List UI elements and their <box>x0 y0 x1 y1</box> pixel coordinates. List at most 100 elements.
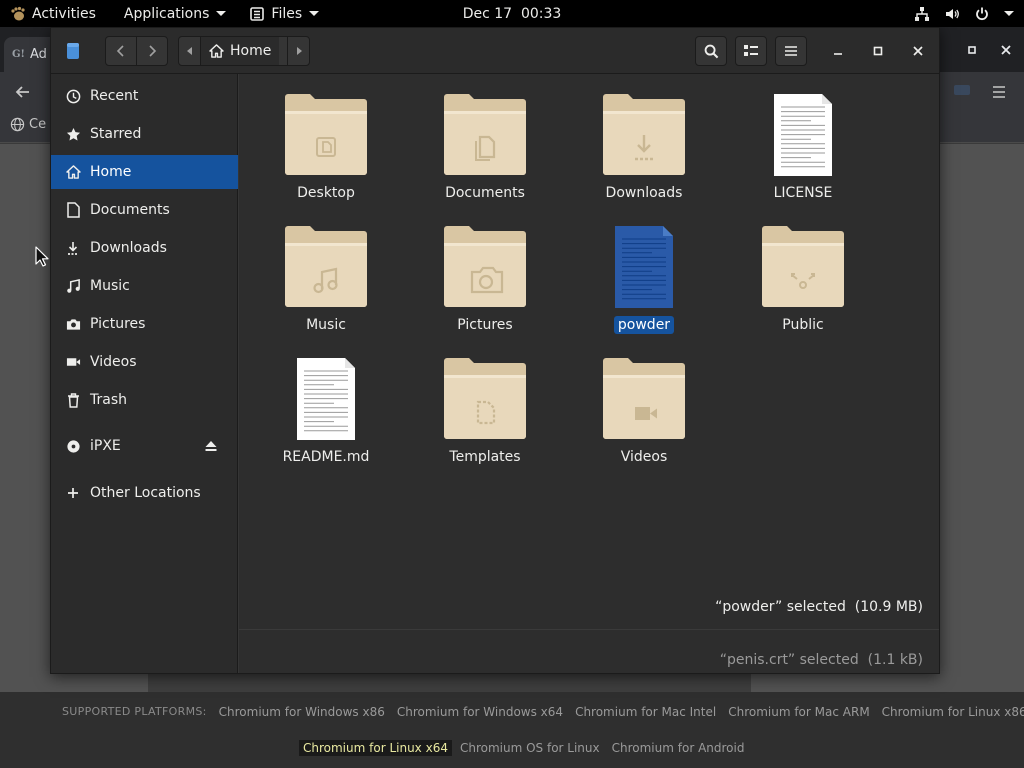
file-name: Pictures <box>457 317 513 333</box>
previous-selection-status: “penis.crt” selected (1.1 kB) <box>719 652 923 668</box>
gnome-foot-icon <box>11 6 25 20</box>
close-button[interactable] <box>903 36 933 66</box>
platform-link[interactable]: Chromium for Windows x86 <box>219 705 385 719</box>
file-name: Public <box>782 317 824 333</box>
path-scroll-right-button[interactable] <box>287 37 309 65</box>
power-icon <box>976 7 988 20</box>
path-bar: Home <box>178 36 310 66</box>
menu-icon[interactable] <box>986 79 1012 105</box>
places-sidebar: Recent Starred Home Documents Downloads Music… <box>51 74 238 673</box>
sidebar-item-ipxe[interactable]: iPXE <box>51 429 238 463</box>
file-view: “powder” selected (10.9 MB) “penis.crt” … <box>239 74 939 673</box>
file-name-label: Music <box>261 317 391 333</box>
selection-status: “powder” selected (10.9 MB) <box>715 599 923 615</box>
file-name-label: Desktop <box>261 185 391 201</box>
back-arrow-icon[interactable] <box>10 79 36 105</box>
folder-item[interactable]: Music <box>261 225 391 345</box>
platform-link[interactable]: Chromium for Windows x64 <box>397 705 563 719</box>
sidebar-item-music[interactable]: Music <box>51 269 238 303</box>
file-name: Documents <box>445 185 525 201</box>
text-file-icon <box>774 94 832 176</box>
search-button[interactable] <box>695 36 727 66</box>
view-toggle-button[interactable] <box>735 36 767 66</box>
platform-link[interactable]: Chromium for Android <box>612 741 745 756</box>
file-name: README.md <box>282 449 370 465</box>
folder-item[interactable]: Pictures <box>420 225 550 345</box>
file-name-label: Videos <box>579 449 709 465</box>
file-name: Templates <box>449 449 521 465</box>
folder-item[interactable]: Desktop <box>261 93 391 213</box>
extension-icon[interactable] <box>952 83 972 101</box>
folder-item[interactable]: Public <box>738 225 868 345</box>
files-app-icon <box>250 6 265 21</box>
network-wired-icon <box>915 6 929 21</box>
close-icon[interactable] <box>995 39 1017 61</box>
platforms-row: SUPPORTED PLATFORMS: Chromium for Window… <box>62 705 1024 719</box>
camera-icon <box>65 316 81 332</box>
status-menu[interactable] <box>914 0 1014 27</box>
folder-item[interactable]: Downloads <box>579 93 709 213</box>
chevron-right-icon <box>149 45 157 57</box>
text-file-selected-icon <box>615 226 673 308</box>
files-app-menu[interactable]: Files <box>236 0 329 27</box>
sidebar-item-starred[interactable]: Starred <box>51 117 238 151</box>
platforms-footer: SUPPORTED PLATFORMS: Chromium for Window… <box>0 692 1024 768</box>
hamburger-icon <box>785 46 797 56</box>
bookmark-item[interactable]: Ce <box>10 117 46 132</box>
platform-link[interactable]: Chromium for Mac Intel <box>575 705 716 719</box>
chevron-down-icon <box>216 11 227 16</box>
sidebar-item-label: Trash <box>90 392 127 408</box>
list-view-icon <box>744 45 758 56</box>
sidebar-item-recent[interactable]: Recent <box>51 79 238 113</box>
text-file-icon <box>297 358 355 440</box>
home-icon <box>65 164 81 180</box>
file-name: Downloads <box>605 185 683 201</box>
applications-menu[interactable]: Applications <box>106 0 237 27</box>
platform-link-active[interactable]: Chromium for Linux x64 <box>299 740 452 756</box>
back-button[interactable] <box>105 36 137 66</box>
folder-icon <box>444 226 526 307</box>
sidebar-item-documents[interactable]: Documents <box>51 193 238 227</box>
platform-link[interactable]: Chromium OS for Linux <box>460 741 600 756</box>
file-name: Music <box>306 317 346 333</box>
sidebar-item-other-locations[interactable]: Other Locations <box>51 476 238 510</box>
forward-button[interactable] <box>136 36 168 66</box>
platforms-label: SUPPORTED PLATFORMS: <box>62 705 207 718</box>
file-item[interactable]: LICENSE <box>738 93 868 213</box>
maximize-button[interactable] <box>863 36 893 66</box>
sidebar-item-trash[interactable]: Trash <box>51 383 238 417</box>
maximize-icon <box>873 46 883 56</box>
sidebar-item-home[interactable]: Home <box>51 155 238 189</box>
file-name-label: Public <box>738 317 868 333</box>
file-item[interactable]: powder <box>579 225 709 345</box>
file-name-label: Pictures <box>420 317 550 333</box>
header-bar: Home <box>51 28 939 74</box>
file-name-label: LICENSE <box>738 185 868 201</box>
folder-icon <box>285 94 367 175</box>
path-home-button[interactable]: Home <box>201 37 280 65</box>
mouse-pointer-icon <box>35 246 49 267</box>
path-scroll-left-button[interactable] <box>179 37 201 65</box>
sidebar-item-downloads[interactable]: Downloads <box>51 231 238 265</box>
eject-icon[interactable] <box>204 439 218 453</box>
sidebar-item-pictures[interactable]: Pictures <box>51 307 238 341</box>
platform-link[interactable]: Chromium for Linux x86 <box>882 705 1024 719</box>
document-icon <box>65 202 81 218</box>
file-name: LICENSE <box>773 185 833 201</box>
files-app-label: Files <box>271 5 303 22</box>
folder-item[interactable]: Templates <box>420 357 550 477</box>
platform-link[interactable]: Chromium for Mac ARM <box>728 705 869 719</box>
maximize-icon[interactable] <box>961 39 983 61</box>
sidebar-item-label: Home <box>90 164 132 180</box>
file-name: powder <box>613 316 675 334</box>
file-item[interactable]: README.md <box>261 357 391 477</box>
top-bar: Activities Applications Files Dec 17 00:… <box>0 0 1024 27</box>
menu-button[interactable] <box>775 36 807 66</box>
folder-item[interactable]: Videos <box>579 357 709 477</box>
files-window: Home Recent Starred Home Documents Downl… <box>50 27 940 674</box>
sidebar-item-videos[interactable]: Videos <box>51 345 238 379</box>
minimize-button[interactable] <box>823 36 853 66</box>
clock[interactable]: Dec 17 00:33 <box>463 6 562 22</box>
folder-item[interactable]: Documents <box>420 93 550 213</box>
activities-button[interactable]: Activities <box>0 0 106 27</box>
